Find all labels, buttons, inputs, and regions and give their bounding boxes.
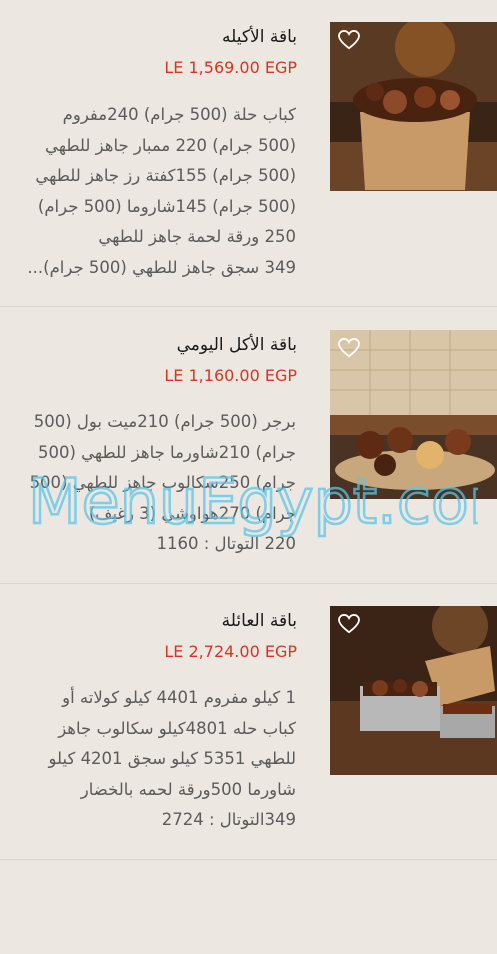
menu-item-2[interactable]: باقة الأكل اليومي LE 1,160.00 EGP برجر (… [0,307,497,584]
item-description: كباب حلة (500 جرام) 240مفروم (500 جرام) … [27,105,296,277]
item-image[interactable] [330,330,497,499]
item-description: برجر (500 جرام) 210ميت بول (500 جرام) 21… [29,412,296,553]
heart-icon[interactable] [338,614,360,634]
item-image[interactable] [330,22,497,191]
menu-item-3[interactable]: باقة العائلة LE 2,724.00 EGP 1 كيلو مفرو… [0,584,497,860]
item-image[interactable] [330,606,497,775]
item-price: LE 2,724.00 EGP [164,642,297,661]
item-description: 1 كيلو مفروم 4401 كيلو كولاته أو كباب حل… [48,688,296,829]
item-title: باقة الأكل اليومي [176,335,297,355]
item-title: باقة العائلة [221,611,297,631]
item-price: LE 1,160.00 EGP [164,366,297,385]
menu-item-1[interactable]: باقة الأكيله LE 1,569.00 EGP كباب حلة (5… [0,0,497,307]
heart-icon[interactable] [338,338,360,358]
item-price: LE 1,569.00 EGP [164,58,297,77]
item-title: باقة الأكيله [222,27,297,47]
heart-icon[interactable] [338,30,360,50]
